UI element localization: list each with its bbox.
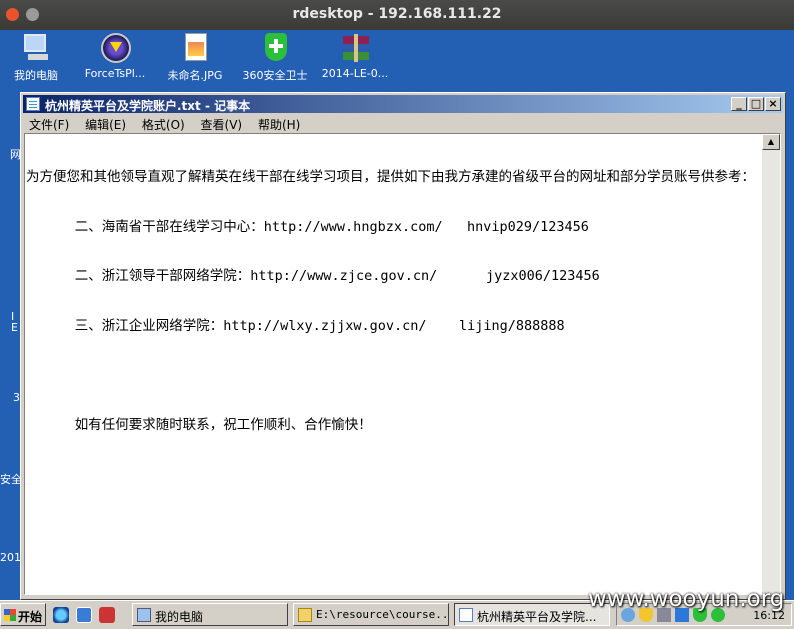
scroll-up-icon[interactable]: ▲ <box>762 134 780 150</box>
menu-edit[interactable]: 编辑(E) <box>79 114 132 133</box>
text-line <box>26 367 760 384</box>
desktop-edge-label: 安全 <box>0 473 22 486</box>
task-notepad[interactable]: 杭州精英平台及学院... <box>454 603 610 626</box>
text-line: 如有任何要求随时联系，祝工作顺利、合作愉快！ <box>26 416 372 433</box>
notepad-title: 杭州精英平台及学院账户.txt - 记事本 <box>45 99 251 113</box>
quicklaunch-app-icon[interactable] <box>99 607 115 623</box>
notepad-icon <box>26 97 40 111</box>
menu-format[interactable]: 格式(O) <box>136 114 191 133</box>
maximize-button[interactable]: □ <box>748 97 764 111</box>
notepad-icon <box>459 608 473 622</box>
desktop-icon-jpg[interactable]: 未命名.JPG <box>155 32 235 83</box>
ie-icon[interactable] <box>53 607 69 623</box>
task-my-computer[interactable]: 我的电脑 <box>132 603 288 626</box>
rdesktop-title: rdesktop - 192.168.111.22 <box>292 6 502 22</box>
text-line: 二、浙江领导干部网络学院：http://www.zjce.gov.cn/ jyz… <box>26 268 600 284</box>
desktop-icon-my-computer[interactable]: 我的电脑 <box>0 32 76 83</box>
image-file-icon <box>179 32 211 64</box>
text-line: 三、浙江企业网络学院：http://wlxy.zjjxw.gov.cn/ lij… <box>26 317 565 334</box>
close-button[interactable]: × <box>765 97 781 111</box>
desktop-icon-forcetsplayer[interactable]: ForceTsPl... <box>75 32 155 80</box>
desktop-icon-360[interactable]: 360安全卫士 <box>235 32 315 83</box>
notepad-titlebar[interactable]: 杭州精英平台及学院账户.txt - 记事本 _ □ × <box>23 95 783 113</box>
rar-archive-icon <box>339 32 371 64</box>
rdesktop-titlebar: rdesktop - 192.168.111.22 <box>0 0 794 30</box>
disc-player-icon <box>99 32 131 64</box>
folder-icon <box>298 608 312 622</box>
minimize-button[interactable]: _ <box>731 97 747 111</box>
text-line: 为方便您和其他领导直观了解精英在线干部在线学习项目，提供如下由我方承建的省级平台… <box>26 169 755 185</box>
menu-help[interactable]: 帮助(H) <box>252 114 306 133</box>
text-line: 二、海南省干部在线学习中心：http://www.hngbzx.com/ hnv… <box>26 218 589 235</box>
desktop-icon-rar[interactable]: 2014-LE-0... <box>315 32 395 80</box>
desktop-edge-label: 3 <box>13 391 20 404</box>
computer-icon <box>137 608 151 622</box>
vertical-scrollbar[interactable]: ▲ <box>762 134 780 594</box>
text-editor[interactable]: 为方便您和其他领导直观了解精英在线干部在线学习项目，提供如下由我方承建的省级平台… <box>24 133 781 595</box>
notepad-window: 杭州精英平台及学院账户.txt - 记事本 _ □ × 文件(F) 编辑(E) … <box>20 92 786 600</box>
computer-icon <box>20 32 52 64</box>
show-desktop-icon[interactable] <box>76 607 92 623</box>
windows-flag-icon <box>4 609 16 621</box>
shield-plus-icon <box>259 32 291 64</box>
menu-bar: 文件(F) 编辑(E) 格式(O) 查看(V) 帮助(H) <box>23 114 783 132</box>
menu-file[interactable]: 文件(F) <box>23 114 75 133</box>
desktop-edge-label: E <box>11 321 18 334</box>
menu-view[interactable]: 查看(V) <box>195 114 249 133</box>
document-text[interactable]: 为方便您和其他领导直观了解精英在线干部在线学习项目，提供如下由我方承建的省级平台… <box>26 136 760 466</box>
start-button[interactable]: 开始 <box>0 603 46 626</box>
desktop-edge-label: 201 <box>0 551 21 564</box>
task-explorer-resource[interactable]: E:\resource\course... <box>293 603 449 626</box>
watermark: www.wooyun.org <box>588 586 785 612</box>
